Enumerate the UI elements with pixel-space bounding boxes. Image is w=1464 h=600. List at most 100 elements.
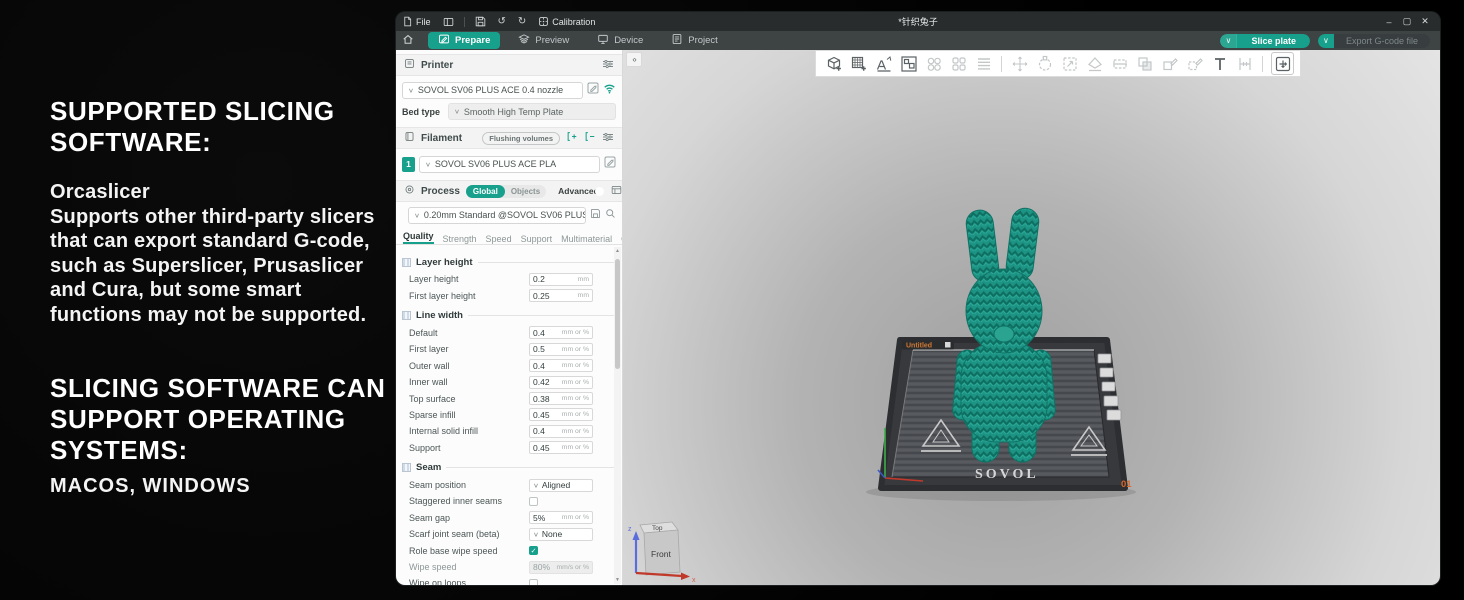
save-preset-icon[interactable] xyxy=(590,206,601,224)
process-tab-strip: Quality Strength Speed Support Multimate… xyxy=(396,228,622,245)
printer-settings-icon[interactable] xyxy=(602,59,614,72)
tab-speed[interactable]: Speed xyxy=(486,234,512,244)
flushing-volumes-button[interactable]: Flushing volumes xyxy=(482,132,560,145)
orientation-gizmo[interactable]: Top Front z x xyxy=(628,515,700,583)
process-preset-value: 0.20mm Standard @SOVOL SV06 PLUS A... xyxy=(424,210,586,220)
tab-multimaterial[interactable]: Multimaterial xyxy=(561,234,612,244)
export-gcode-button[interactable]: Export G-code file xyxy=(1334,34,1430,48)
filament-section-label: Filament xyxy=(421,133,462,144)
tab-quality[interactable]: Quality xyxy=(403,231,434,244)
viewport-3d[interactable]: ‹› xyxy=(623,50,1440,585)
wipe-speed-input[interactable]: 80%mm/s or % xyxy=(529,561,593,574)
slice-options-chevron-icon[interactable]: ∨ xyxy=(1220,34,1236,48)
setting-row: Layer height 0.2mm xyxy=(396,271,622,287)
filament-section-header: Filament Flushing volumes xyxy=(396,127,622,149)
home-button[interactable] xyxy=(396,31,420,50)
close-button[interactable]: ✕ xyxy=(1418,16,1432,27)
wifi-connection-icon[interactable] xyxy=(603,81,616,99)
plate-lock-icon[interactable] xyxy=(945,342,951,348)
page-background: SUPPORTED SLICING SOFTWARE: Orcaslicer S… xyxy=(0,0,1464,600)
tab-device[interactable]: Device xyxy=(587,32,653,49)
staggered-inner-seams-checkbox[interactable] xyxy=(529,497,538,506)
section-line-width: Line width xyxy=(402,309,616,323)
line-width-first-layer-input[interactable]: 0.5mm or % xyxy=(529,343,593,356)
slice-plate-button[interactable]: Slice plate xyxy=(1236,34,1310,48)
heading-supported-software: SUPPORTED SLICING SOFTWARE: xyxy=(50,96,386,158)
tab-support[interactable]: Support xyxy=(521,234,553,244)
scope-global-button[interactable]: Global xyxy=(466,185,505,198)
calibration-icon xyxy=(538,16,549,27)
gizmo-z-axis-label: z xyxy=(628,526,632,533)
seam-gap-input[interactable]: 5%mm or % xyxy=(529,511,593,524)
slice-plate-group: ∨ Slice plate xyxy=(1220,34,1310,48)
chevron-down-icon: ∨ xyxy=(454,108,460,115)
gizmo-front-label: Front xyxy=(651,549,671,559)
tab-strength[interactable]: Strength xyxy=(443,234,477,244)
home-icon xyxy=(402,32,414,50)
section-title: Seam xyxy=(416,462,441,473)
export-options-chevron-icon[interactable]: ∨ xyxy=(1318,34,1334,48)
os-list: MACOS, WINDOWS xyxy=(50,475,386,498)
seam-position-select[interactable]: ∨Aligned xyxy=(529,479,593,492)
redo-icon[interactable]: ↻ xyxy=(512,12,532,31)
undo-icon[interactable]: ↺ xyxy=(492,12,512,31)
bed-type-select[interactable]: ∨ Smooth High Temp Plate xyxy=(448,103,616,120)
add-filament-icon[interactable] xyxy=(566,131,578,145)
role-base-wipe-speed-checkbox[interactable]: ✓ xyxy=(529,546,538,555)
maximize-button[interactable]: ▢ xyxy=(1400,16,1414,27)
line-width-sparse-infill-input[interactable]: 0.45mm or % xyxy=(529,408,593,421)
section-title: Layer height xyxy=(416,257,473,268)
section-layer-height: Layer height xyxy=(402,255,616,269)
plate-name-label: Untitled xyxy=(906,343,932,350)
save-icon[interactable] xyxy=(469,12,492,31)
scope-objects-button[interactable]: Objects xyxy=(505,187,546,196)
minimize-button[interactable]: – xyxy=(1382,17,1396,27)
scarf-joint-seam-select[interactable]: ∨None xyxy=(529,528,593,541)
section-seam: Seam xyxy=(402,461,616,475)
chevron-down-icon: ∨ xyxy=(408,86,414,93)
marketing-copy: SUPPORTED SLICING SOFTWARE: Orcaslicer S… xyxy=(50,96,386,498)
tab-project[interactable]: Project xyxy=(661,32,728,49)
layer-height-input[interactable]: 0.2mm xyxy=(529,273,593,286)
process-list-icon[interactable] xyxy=(611,185,622,198)
wipe-on-loops-checkbox[interactable] xyxy=(529,579,538,585)
file-menu[interactable]: File xyxy=(396,12,437,31)
layout-icon[interactable] xyxy=(437,12,460,31)
filament-slot-badge[interactable]: 1 xyxy=(402,157,415,172)
filament-settings-icon[interactable] xyxy=(602,132,614,145)
printer-section-header: Printer xyxy=(396,54,622,76)
line-width-outer-wall-input[interactable]: 0.4mm or % xyxy=(529,359,593,372)
filament-preset-value: SOVOL SV06 PLUS ACE PLA xyxy=(435,159,556,169)
settings-scrollbar[interactable]: ▲ ▼ xyxy=(614,247,621,584)
search-preset-icon[interactable] xyxy=(605,206,616,224)
line-width-support-input[interactable]: 0.45mm or % xyxy=(529,441,593,454)
filament-preset-select[interactable]: ∨ SOVOL SV06 PLUS ACE PLA xyxy=(419,156,600,173)
tab-preview[interactable]: Preview xyxy=(508,32,579,49)
process-preset-select[interactable]: ∨ 0.20mm Standard @SOVOL SV06 PLUS A... xyxy=(408,207,586,224)
filament-icon xyxy=(404,131,415,145)
remove-filament-icon[interactable] xyxy=(584,131,596,145)
third-party-paragraph: Supports other third-party slicers that … xyxy=(50,205,386,328)
bed-brand-logo: SOVOL xyxy=(975,467,1039,482)
scrollbar-thumb[interactable] xyxy=(615,259,620,369)
device-icon xyxy=(597,33,609,48)
bed-type-value: Smooth High Temp Plate xyxy=(464,107,563,117)
line-width-internal-solid-input[interactable]: 0.4mm or % xyxy=(529,425,593,438)
line-width-default-input[interactable]: 0.4mm or % xyxy=(529,326,593,339)
calibration-menu[interactable]: Calibration xyxy=(532,12,601,31)
scene-canvas[interactable]: Untitled xyxy=(623,50,1440,585)
edit-filament-icon[interactable] xyxy=(604,155,616,173)
edit-printer-icon[interactable] xyxy=(587,81,599,99)
file-icon xyxy=(402,16,413,27)
printer-preset-select[interactable]: ∨ SOVOL SV06 PLUS ACE 0.4 nozzle xyxy=(402,82,583,99)
section-icon xyxy=(402,311,411,320)
model-knitted-bunny[interactable] xyxy=(952,207,1056,462)
settings-list: Layer height Layer height 0.2mm First la… xyxy=(396,246,622,585)
tab-device-label: Device xyxy=(614,35,643,46)
scroll-up-icon[interactable]: ▲ xyxy=(614,248,621,254)
scroll-down-icon[interactable]: ▼ xyxy=(614,577,621,583)
line-width-top-surface-input[interactable]: 0.38mm or % xyxy=(529,392,593,405)
first-layer-height-input[interactable]: 0.25mm xyxy=(529,289,593,302)
tab-prepare[interactable]: Prepare xyxy=(428,32,500,49)
line-width-inner-wall-input[interactable]: 0.42mm or % xyxy=(529,376,593,389)
